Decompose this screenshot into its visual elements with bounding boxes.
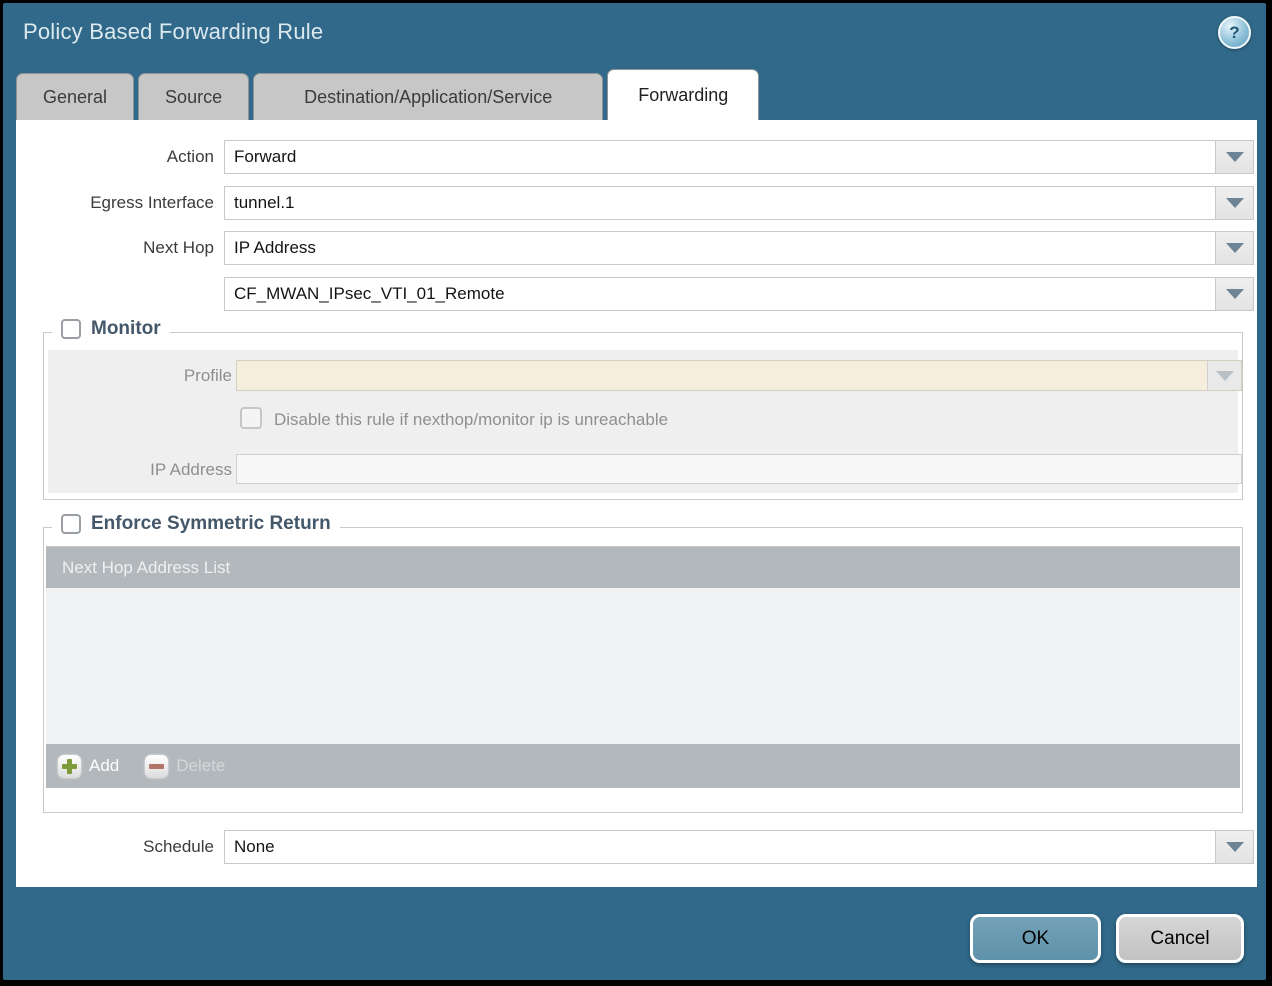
chevron-down-icon [1216, 371, 1234, 381]
next-hop-address-list-table: Next Hop Address List Add Delete [46, 546, 1240, 788]
enforce-symmetric-return-section: Enforce Symmetric Return Next Hop Addres… [43, 527, 1243, 813]
schedule-value: None [225, 831, 1215, 863]
monitor-section: Monitor Profile Disable this rule if nex… [43, 332, 1243, 500]
action-select[interactable]: Forward [224, 140, 1254, 174]
enforce-symmetric-return-checkbox[interactable] [61, 514, 81, 534]
disable-rule-label: Disable this rule if nexthop/monitor ip … [274, 410, 668, 430]
action-dropdown-button[interactable] [1215, 141, 1253, 173]
help-icon[interactable]: ? [1218, 16, 1251, 49]
egress-interface-dropdown-button[interactable] [1215, 187, 1253, 219]
monitor-ip-address-label: IP Address [48, 454, 232, 485]
plus-icon [58, 755, 81, 778]
next-hop-type-value: IP Address [225, 232, 1215, 264]
next-hop-address-dropdown-button[interactable] [1215, 278, 1253, 310]
next-hop-address-value: CF_MWAN_IPsec_VTI_01_Remote [225, 278, 1215, 310]
tab-forwarding[interactable]: Forwarding [607, 69, 759, 120]
tab-forwarding-label: Forwarding [638, 85, 728, 106]
tab-bar: General Source Destination/Application/S… [16, 69, 759, 120]
schedule-dropdown-button[interactable] [1215, 831, 1253, 863]
schedule-label: Schedule [16, 830, 214, 864]
action-label: Action [16, 140, 214, 174]
action-value: Forward [225, 141, 1215, 173]
egress-interface-select[interactable]: tunnel.1 [224, 186, 1254, 220]
cancel-button[interactable]: Cancel [1116, 914, 1244, 963]
enforce-symmetric-return-legend: Enforce Symmetric Return [52, 513, 340, 535]
profile-dropdown-button [1207, 361, 1241, 390]
profile-value [237, 361, 1207, 390]
egress-interface-value: tunnel.1 [225, 187, 1215, 219]
enforce-symmetric-return-label: Enforce Symmetric Return [91, 513, 331, 535]
ok-button[interactable]: OK [970, 914, 1101, 963]
chevron-down-icon [1226, 842, 1244, 852]
add-button[interactable]: Add [58, 755, 119, 778]
tab-general[interactable]: General [16, 73, 134, 120]
monitor-legend-label: Monitor [91, 318, 161, 340]
next-hop-type-select[interactable]: IP Address [224, 231, 1254, 265]
delete-button: Delete [145, 755, 225, 778]
page-title: Policy Based Forwarding Rule [23, 19, 323, 45]
minus-icon [145, 755, 168, 778]
chevron-down-icon [1226, 152, 1244, 162]
add-button-label: Add [89, 756, 119, 776]
next-hop-dropdown-button[interactable] [1215, 232, 1253, 264]
next-hop-address-select[interactable]: CF_MWAN_IPsec_VTI_01_Remote [224, 277, 1254, 311]
chevron-down-icon [1226, 243, 1244, 253]
disable-rule-checkbox [240, 407, 262, 429]
tab-destination-application-service[interactable]: Destination/Application/Service [253, 73, 603, 120]
monitor-panel: Profile Disable this rule if nexthop/mon… [48, 350, 1238, 493]
table-toolbar: Add Delete [46, 744, 1240, 788]
forwarding-tab-content: Action Forward Egress Interface tunnel.1… [16, 120, 1257, 887]
table-column-header: Next Hop Address List [46, 546, 1240, 588]
monitor-legend: Monitor [52, 318, 170, 340]
chevron-down-icon [1226, 198, 1244, 208]
egress-interface-label: Egress Interface [16, 186, 214, 220]
schedule-select[interactable]: None [224, 830, 1254, 864]
pbf-rule-dialog: Policy Based Forwarding Rule ? General S… [3, 3, 1266, 980]
profile-select [236, 360, 1242, 391]
tab-source[interactable]: Source [138, 73, 249, 120]
profile-label: Profile [48, 360, 232, 391]
next-hop-label: Next Hop [16, 231, 214, 265]
tab-general-label: General [43, 87, 107, 108]
monitor-checkbox[interactable] [61, 319, 81, 339]
delete-button-label: Delete [176, 756, 225, 776]
tab-source-label: Source [165, 87, 222, 108]
next-hop-address-list-body[interactable] [46, 588, 1240, 744]
chevron-down-icon [1226, 289, 1244, 299]
monitor-ip-address-input [236, 454, 1242, 484]
tab-destination-label: Destination/Application/Service [304, 87, 552, 108]
